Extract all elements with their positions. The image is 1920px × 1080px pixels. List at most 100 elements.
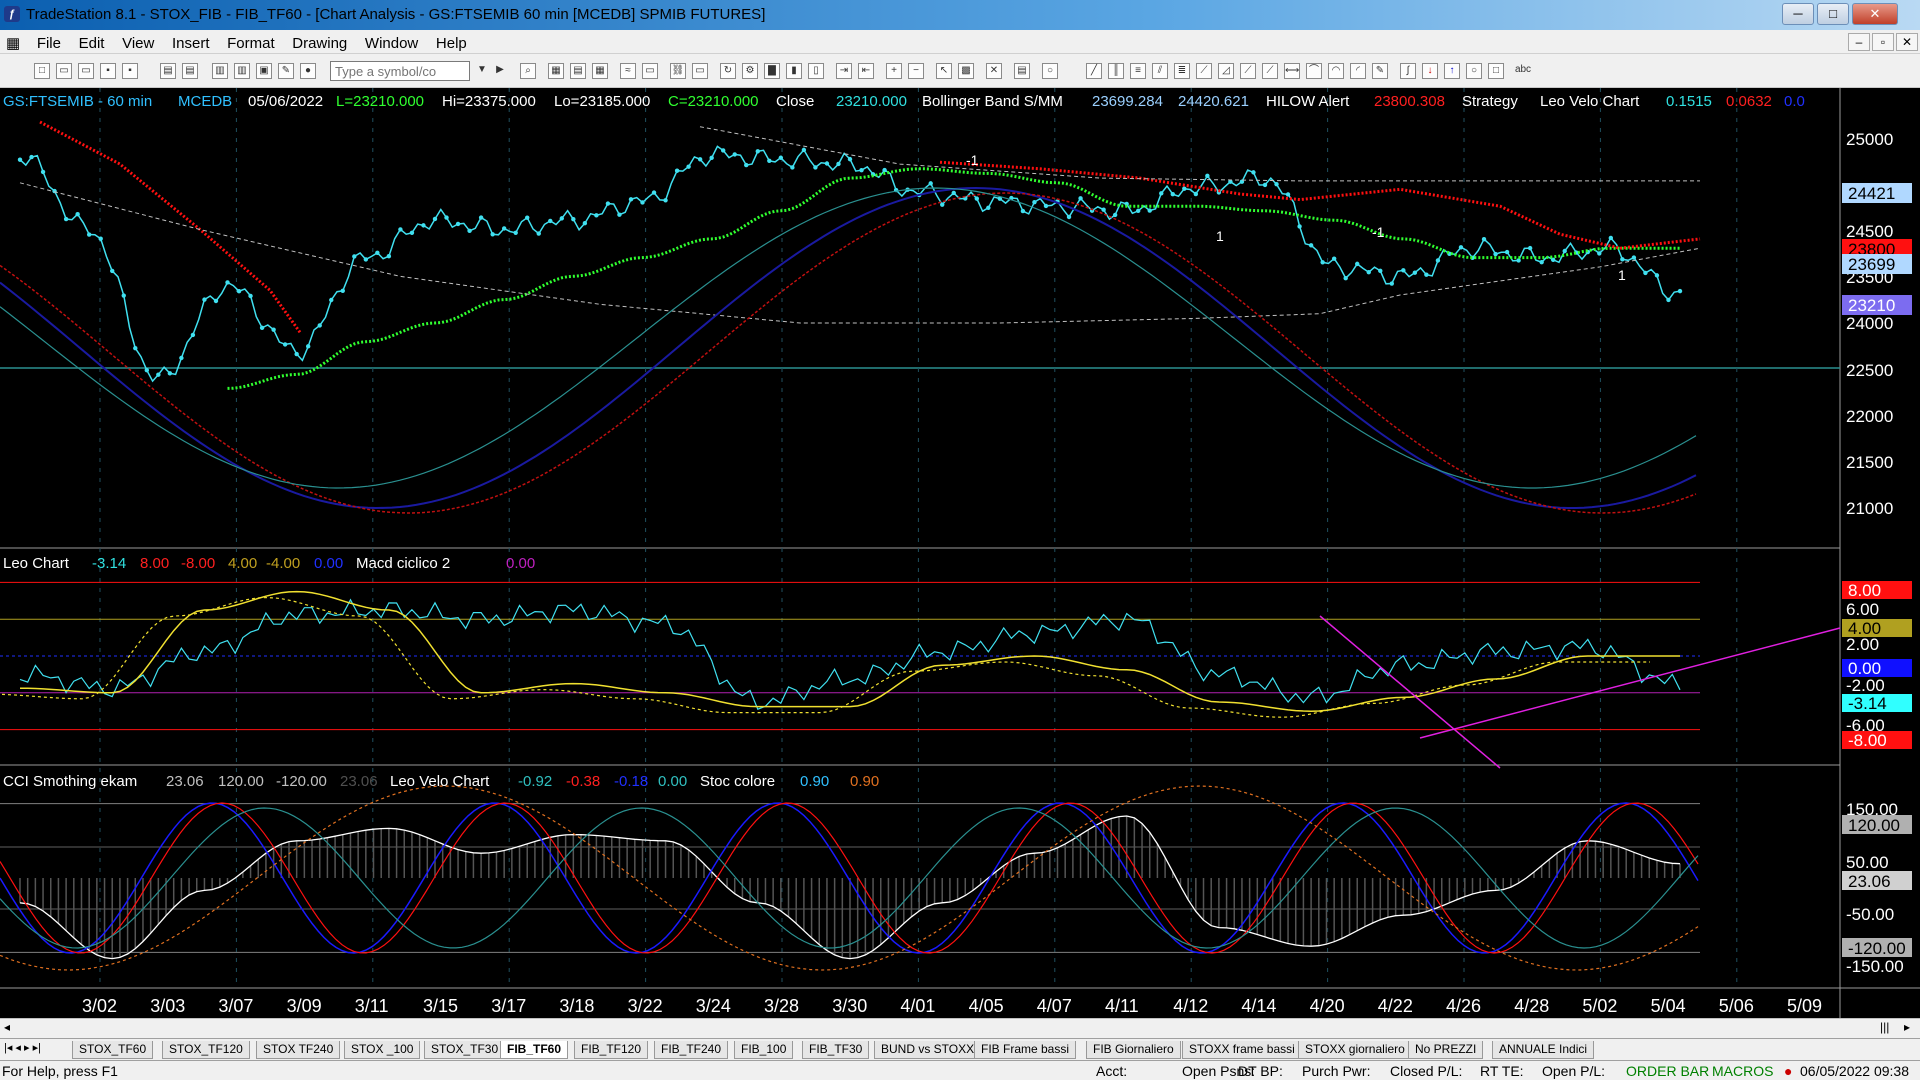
- menu-view[interactable]: View: [115, 31, 161, 56]
- menu-help[interactable]: Help: [429, 31, 474, 56]
- options-icon[interactable]: ⚙: [742, 63, 758, 79]
- status-macros[interactable]: MACROS: [1712, 1063, 1773, 1079]
- workspace-tab[interactable]: FIB_TF240: [654, 1041, 729, 1059]
- pointer-icon[interactable]: ↖: [936, 63, 952, 79]
- workspace-tab[interactable]: STOX_TF60: [72, 1041, 154, 1059]
- save-icon[interactable]: ▪: [100, 63, 116, 79]
- menu-file[interactable]: File: [30, 31, 68, 56]
- lock-icon[interactable]: ▣: [256, 63, 272, 79]
- arc-icon[interactable]: ◠: [1328, 63, 1344, 79]
- scroll-right-icon[interactable]: ▸: [1904, 1020, 1910, 1034]
- workspace-tab[interactable]: FIB_TF120: [574, 1041, 649, 1059]
- insert-study-icon[interactable]: ▦: [548, 63, 564, 79]
- chart-canvas[interactable]: GS:FTSEMIB - 60 min MCEDB 05/06/2022 L=2…: [0, 88, 1920, 1018]
- header-leo-v2: 0.0632: [1726, 93, 1772, 110]
- data-window-icon[interactable]: ▦: [592, 63, 608, 79]
- find-symbol-icon[interactable]: ⌕: [520, 63, 536, 79]
- candles-icon[interactable]: ▯: [808, 63, 824, 79]
- close-button[interactable]: ✕: [1852, 3, 1898, 25]
- radar-icon[interactable]: ▥: [234, 63, 250, 79]
- pencil-icon[interactable]: ✎: [1372, 63, 1388, 79]
- tools-icon[interactable]: ✎: [278, 63, 294, 79]
- speed-lines-icon[interactable]: ⟋: [1240, 63, 1256, 79]
- mdi-restore-button[interactable]: ▫: [1872, 33, 1894, 51]
- mdi-close-button[interactable]: ✕: [1896, 33, 1918, 51]
- symbol-dropdown-icon[interactable]: ▼: [474, 63, 490, 79]
- bars-icon[interactable]: ▮: [786, 63, 802, 79]
- snap-icon[interactable]: ▩: [958, 63, 974, 79]
- compress-icon[interactable]: ⇥: [836, 63, 852, 79]
- workspace-tab[interactable]: FIB_TF30: [802, 1041, 870, 1059]
- mdi-minimize-button[interactable]: –: [1848, 33, 1870, 51]
- print-preview-icon[interactable]: ▤: [182, 63, 198, 79]
- channel-icon[interactable]: ⫽: [1152, 63, 1168, 79]
- zoom-out-icon[interactable]: −: [908, 63, 924, 79]
- format-icon[interactable]: ▤: [570, 63, 586, 79]
- workspace-tab[interactable]: STOXX frame bassi: [1182, 1041, 1302, 1059]
- maximize-button[interactable]: □: [1817, 3, 1849, 25]
- expand-icon[interactable]: ⇤: [858, 63, 874, 79]
- status-order-bar[interactable]: ORDER BAR: [1626, 1063, 1709, 1079]
- horizontal-scrollbar[interactable]: ◂ ||| ▸: [0, 1018, 1920, 1038]
- chart-type-icon[interactable]: ▇: [764, 63, 780, 79]
- wrench-icon[interactable]: ✕: [986, 63, 1002, 79]
- minimize-button[interactable]: ─: [1782, 3, 1814, 25]
- measure-icon[interactable]: ⟷: [1284, 63, 1300, 79]
- fib-arc-icon[interactable]: ◜: [1350, 63, 1366, 79]
- workspace-tab[interactable]: ANNUALE Indici: [1492, 1041, 1595, 1059]
- layout-icon[interactable]: ▭: [642, 63, 658, 79]
- disabled-icon[interactable]: ○: [1042, 63, 1058, 79]
- regression-icon[interactable]: ⟋: [1196, 63, 1212, 79]
- print-icon[interactable]: ▤: [160, 63, 176, 79]
- menu-format[interactable]: Format: [220, 31, 282, 56]
- gann-icon[interactable]: ◿: [1218, 63, 1234, 79]
- tab-nav-icon[interactable]: |◂ ◂ ▸ ▸|: [4, 1041, 41, 1054]
- menu-insert[interactable]: Insert: [165, 31, 217, 56]
- rectangle-icon[interactable]: □: [1488, 63, 1504, 79]
- template-icon[interactable]: ▤: [1014, 63, 1030, 79]
- cycle-lines-icon[interactable]: ⌒: [1306, 63, 1322, 79]
- open-icon[interactable]: ▭: [56, 63, 72, 79]
- open-workspace-icon[interactable]: ▭: [78, 63, 94, 79]
- go-arrow-icon[interactable]: ▶: [492, 63, 508, 79]
- horizontal-lines-icon[interactable]: ≡: [1130, 63, 1146, 79]
- fib-icon[interactable]: ≣: [1174, 63, 1190, 79]
- workspace-tab[interactable]: STOX TF240: [256, 1041, 341, 1059]
- link2-icon[interactable]: ▭: [692, 63, 708, 79]
- vertical-lines-icon[interactable]: ║: [1108, 63, 1124, 79]
- globe-icon[interactable]: ●: [300, 63, 316, 79]
- workspace-tab[interactable]: FIB Frame bassi: [974, 1041, 1077, 1059]
- chart-area[interactable]: GS:FTSEMIB - 60 min MCEDB 05/06/2022 L=2…: [0, 88, 1920, 1018]
- scroll-left-icon[interactable]: ◂: [4, 1020, 10, 1034]
- menu-edit[interactable]: Edit: [72, 31, 112, 56]
- refresh-icon[interactable]: ↻: [720, 63, 736, 79]
- ellipse-icon[interactable]: ○: [1466, 63, 1482, 79]
- workspace-tab[interactable]: STOX _100: [344, 1041, 421, 1059]
- workspace-tab[interactable]: FIB_TF60: [500, 1041, 569, 1059]
- symbol-input[interactable]: [330, 61, 470, 81]
- workspace-tab[interactable]: STOX_TF120: [162, 1041, 250, 1059]
- workspace-tab[interactable]: STOX_TF30: [424, 1041, 506, 1059]
- arrow-down-icon[interactable]: ↓: [1422, 63, 1438, 79]
- menu-window[interactable]: Window: [358, 31, 425, 56]
- trendline-icon[interactable]: ╱: [1086, 63, 1102, 79]
- curve-icon[interactable]: ∫: [1400, 63, 1416, 79]
- time-tick: 3/07: [218, 996, 253, 1016]
- mdi-icon[interactable]: ▦: [0, 30, 26, 56]
- text-tool-icon[interactable]: abc: [1510, 63, 1536, 79]
- chart-window-icon[interactable]: ▥: [212, 63, 228, 79]
- arrow-up-icon[interactable]: ↑: [1444, 63, 1460, 79]
- menu-drawing[interactable]: Drawing: [285, 31, 354, 56]
- andrews-icon[interactable]: ⟋: [1262, 63, 1278, 79]
- save-all-icon[interactable]: ▪: [122, 63, 138, 79]
- workspace-tab[interactable]: No PREZZI: [1408, 1041, 1484, 1059]
- scroll-grip-icon[interactable]: |||: [1880, 1020, 1889, 1034]
- bar-type-icon[interactable]: ≈: [620, 63, 636, 79]
- workspace-tab[interactable]: STOXX giornaliero: [1298, 1041, 1412, 1059]
- workspace-tab[interactable]: BUND vs STOXX: [874, 1041, 982, 1059]
- new-icon[interactable]: □: [34, 63, 50, 79]
- workspace-tab[interactable]: FIB Giornaliero: [1086, 1041, 1181, 1059]
- workspace-tab[interactable]: FIB_100: [734, 1041, 794, 1059]
- link-icon[interactable]: ⛓: [670, 63, 686, 79]
- zoom-in-icon[interactable]: +: [886, 63, 902, 79]
